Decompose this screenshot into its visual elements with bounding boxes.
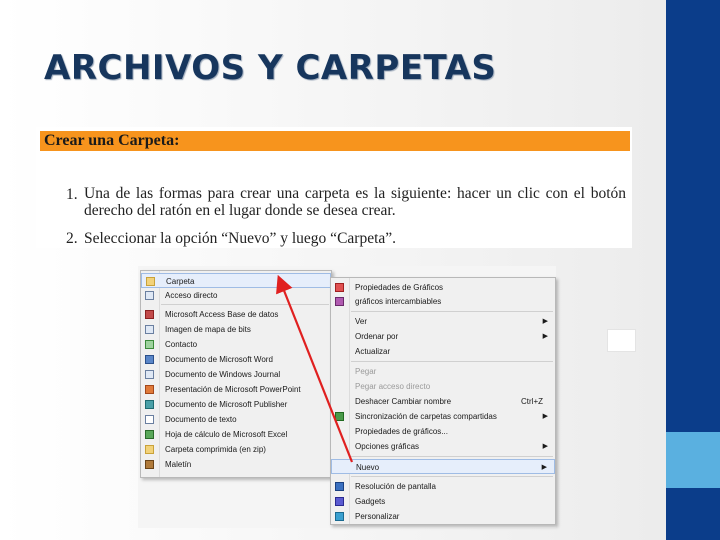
text-document-icon bbox=[145, 415, 154, 424]
step-number: 1. bbox=[66, 186, 78, 203]
menu-item-label: Gadgets bbox=[355, 497, 386, 506]
menu-item-label: Documento de Microsoft Publisher bbox=[165, 400, 288, 409]
submenu-arrow-icon: ▶ bbox=[542, 333, 548, 340]
menu-item-label: Hoja de cálculo de Microsoft Excel bbox=[165, 430, 288, 439]
word-icon bbox=[145, 355, 154, 364]
menu-item-propiedades-de-graficos[interactable]: Propiedades de gráficos... bbox=[331, 424, 555, 439]
slide-title: ARCHIVOS Y CARPETAS bbox=[44, 48, 497, 88]
submenu-arrow-icon: ▶ bbox=[542, 413, 548, 420]
sync-icon bbox=[335, 412, 344, 421]
switchable-graphics-icon bbox=[335, 297, 344, 306]
menu-item-label: Maletín bbox=[165, 460, 192, 469]
menu-item-label: Documento de texto bbox=[165, 415, 237, 424]
menu-item-gadgets[interactable]: Gadgets bbox=[331, 494, 555, 509]
menu-item-graficos-intercambiables[interactable]: gráficos intercambiables bbox=[331, 294, 555, 309]
submenu-item-access[interactable]: Microsoft Access Base de datos bbox=[141, 307, 331, 322]
personalize-icon bbox=[335, 512, 344, 521]
submenu-item-maletin[interactable]: Maletín bbox=[141, 457, 331, 472]
menu-separator bbox=[351, 311, 553, 312]
menu-item-resolucion[interactable]: Resolución de pantalla bbox=[331, 479, 555, 494]
menu-item-label: Deshacer Cambiar nombre bbox=[355, 397, 452, 406]
menu-item-label: Documento de Windows Journal bbox=[165, 370, 281, 379]
submenu-item-carpeta[interactable]: Carpeta bbox=[141, 273, 331, 288]
menu-item-label: Personalizar bbox=[355, 512, 400, 521]
menu-separator bbox=[351, 476, 553, 477]
menu-item-label: Microsoft Access Base de datos bbox=[165, 310, 279, 319]
submenu-item-acceso-directo[interactable]: Acceso directo bbox=[141, 288, 331, 303]
submenu-item-texto[interactable]: Documento de texto bbox=[141, 412, 331, 427]
menu-item-label: Nuevo bbox=[356, 463, 380, 472]
submenu-item-powerpoint[interactable]: Presentación de Microsoft PowerPoint bbox=[141, 382, 331, 397]
menu-separator bbox=[351, 361, 553, 362]
submenu-item-publisher[interactable]: Documento de Microsoft Publisher bbox=[141, 397, 331, 412]
menu-separator bbox=[161, 304, 329, 305]
menu-shortcut: Ctrl+Z bbox=[521, 397, 543, 406]
menu-item-deshacer[interactable]: Deshacer Cambiar nombre Ctrl+Z bbox=[331, 394, 555, 409]
menu-item-label: Ordenar por bbox=[355, 332, 399, 341]
shortcut-icon bbox=[145, 291, 154, 300]
step-text: Seleccionar la opción “Nuevo” y luego “C… bbox=[84, 230, 397, 247]
submenu-item-journal[interactable]: Documento de Windows Journal bbox=[141, 367, 331, 382]
menu-item-label: Carpeta comprimida (en zip) bbox=[165, 445, 266, 454]
graphics-icon bbox=[335, 283, 344, 292]
instructions-header-bar: Crear una Carpeta: bbox=[40, 131, 630, 151]
journal-icon bbox=[145, 370, 154, 379]
menu-item-label: Pegar acceso directo bbox=[355, 382, 431, 391]
gadgets-icon bbox=[335, 497, 344, 506]
instructions-heading: Crear una Carpeta: bbox=[44, 132, 180, 149]
menu-item-label: Actualizar bbox=[355, 347, 391, 356]
menu-item-pegar-acceso-directo[interactable]: Pegar acceso directo bbox=[331, 379, 555, 394]
step-number: 2. bbox=[66, 230, 78, 247]
submenu-item-contacto[interactable]: Contacto bbox=[141, 337, 331, 352]
desktop-context-menu: Propiedades de Gráficos gráficos interca… bbox=[330, 277, 556, 525]
access-icon bbox=[145, 310, 154, 319]
submenu-arrow-icon: ▶ bbox=[542, 318, 548, 325]
menu-item-label: Propiedades de Gráficos bbox=[355, 283, 444, 292]
menu-item-label: Imagen de mapa de bits bbox=[165, 325, 251, 334]
zip-folder-icon bbox=[145, 445, 154, 454]
publisher-icon bbox=[145, 400, 154, 409]
menu-item-pegar[interactable]: Pegar bbox=[331, 364, 555, 379]
menu-item-label: Documento de Microsoft Word bbox=[165, 355, 273, 364]
menu-item-ordenar-por[interactable]: Ordenar por ▶ bbox=[331, 329, 555, 344]
menu-item-label: Propiedades de gráficos... bbox=[355, 427, 448, 436]
excel-icon bbox=[145, 430, 154, 439]
menu-item-actualizar[interactable]: Actualizar bbox=[331, 344, 555, 359]
step-text: Una de las formas para crear una carpeta… bbox=[84, 185, 626, 219]
menu-separator bbox=[351, 456, 553, 457]
menu-item-label: Acceso directo bbox=[165, 291, 218, 300]
submenu-item-excel[interactable]: Hoja de cálculo de Microsoft Excel bbox=[141, 427, 331, 442]
menu-item-label: Presentación de Microsoft PowerPoint bbox=[165, 385, 301, 394]
menu-item-label: Sincronización de carpetas compartidas bbox=[355, 412, 497, 421]
contact-icon bbox=[145, 340, 154, 349]
bitmap-icon bbox=[145, 325, 154, 334]
briefcase-icon bbox=[145, 460, 154, 469]
submenu-item-bitmap[interactable]: Imagen de mapa de bits bbox=[141, 322, 331, 337]
menu-item-label: Carpeta bbox=[166, 277, 195, 286]
powerpoint-icon bbox=[145, 385, 154, 394]
menu-item-label: Opciones gráficas bbox=[355, 442, 420, 451]
submenu-item-zip[interactable]: Carpeta comprimida (en zip) bbox=[141, 442, 331, 457]
new-submenu: Carpeta Acceso directo Microsoft Access … bbox=[140, 270, 332, 478]
menu-item-label: Contacto bbox=[165, 340, 198, 349]
menu-item-nuevo[interactable]: Nuevo ▶ bbox=[331, 459, 555, 474]
menu-item-label: Resolución de pantalla bbox=[355, 482, 436, 491]
screen-resolution-icon bbox=[335, 482, 344, 491]
menu-item-propiedades-graficos[interactable]: Propiedades de Gráficos bbox=[331, 280, 555, 295]
menu-item-opciones-graficas[interactable]: Opciones gráficas ▶ bbox=[331, 439, 555, 454]
decorative-box bbox=[607, 329, 636, 352]
submenu-arrow-icon: ▶ bbox=[541, 464, 547, 471]
submenu-arrow-icon: ▶ bbox=[542, 443, 548, 450]
folder-icon bbox=[146, 277, 155, 286]
decorative-sidebar-accent bbox=[666, 432, 720, 488]
menu-item-label: gráficos intercambiables bbox=[355, 297, 442, 306]
submenu-item-word[interactable]: Documento de Microsoft Word bbox=[141, 352, 331, 367]
menu-item-personalizar[interactable]: Personalizar bbox=[331, 509, 555, 524]
menu-item-ver[interactable]: Ver ▶ bbox=[331, 314, 555, 329]
menu-item-label: Pegar bbox=[355, 367, 377, 376]
menu-item-sincronizacion[interactable]: Sincronización de carpetas compartidas ▶ bbox=[331, 409, 555, 424]
menu-item-label: Ver bbox=[355, 317, 368, 326]
